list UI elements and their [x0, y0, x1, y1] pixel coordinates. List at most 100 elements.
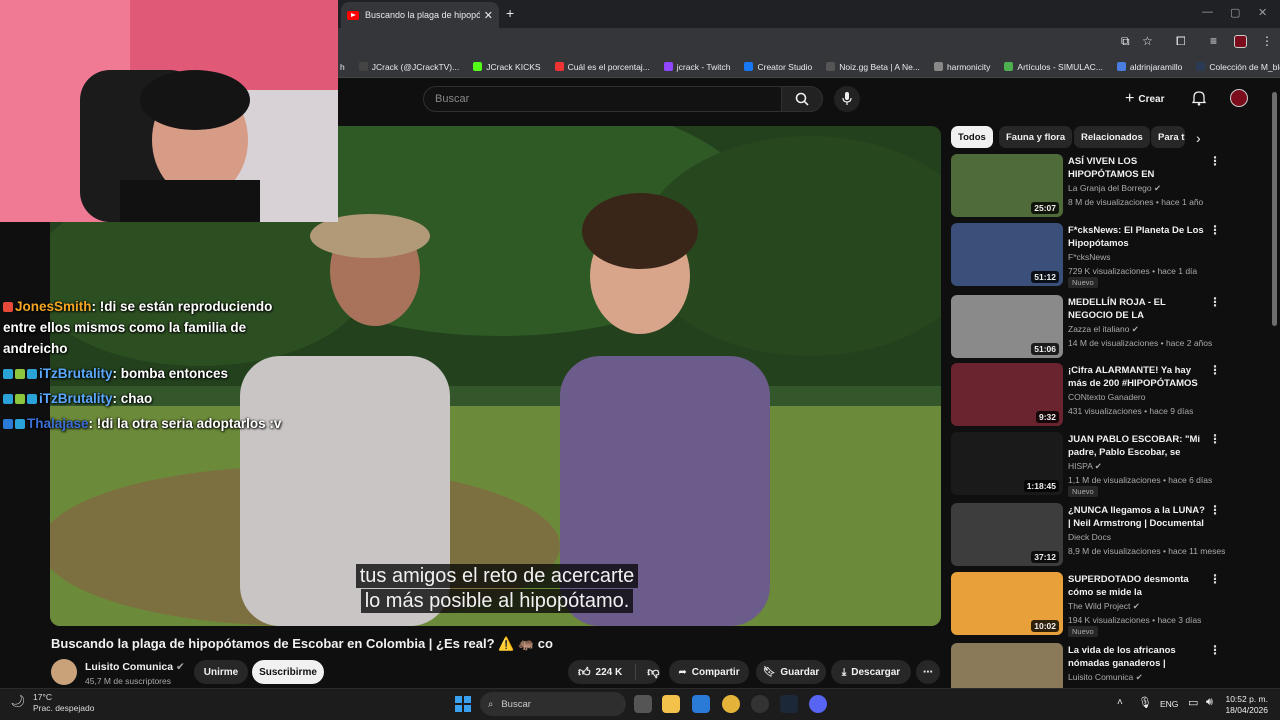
dislike-button[interactable]: 👎︎ [647, 665, 659, 680]
chip-todos[interactable]: Todos [951, 126, 993, 148]
browser-tab[interactable]: Buscando la plaga de hipopóta ✕ [341, 2, 499, 28]
recommended-title[interactable]: SUPERDOTADO desmonta cómo se mide la INT… [1068, 573, 1208, 599]
channel-avatar[interactable] [51, 659, 77, 685]
more-options-icon[interactable]: ⋮ [1209, 295, 1221, 309]
network-icon[interactable]: ▭ [1188, 696, 1198, 709]
bookmark-item[interactable]: Noiz.gg Beta | A Ne... [826, 62, 920, 72]
bookmark-item[interactable]: aldrinjaramillo [1116, 62, 1182, 72]
recommended-video[interactable]: 10:02 SUPERDOTADO desmonta cómo se mide l… [951, 572, 1221, 637]
like-button[interactable]: 👍︎ 224 K [578, 665, 622, 680]
tray-chevron-icon[interactable]: ˄ [1117, 697, 1123, 708]
save-button[interactable]: 🔖︎ Guardar [756, 660, 826, 684]
recommended-video[interactable]: 25:07 ASÍ VIVEN LOS HIPOPÓTAMOS EN COLOMB… [951, 154, 1221, 218]
recommended-channel[interactable]: Luisito Comunica ✔ [1068, 672, 1143, 683]
recommended-title[interactable]: ASÍ VIVEN LOS HIPOPÓTAMOS EN COLOMBIA [1068, 155, 1208, 181]
subscribe-button[interactable]: Suscribirme [252, 660, 324, 684]
chip-relacionados[interactable]: Relacionados [1074, 126, 1150, 148]
clock[interactable]: 10:52 p. m. 18/04/2026 [1224, 694, 1268, 716]
chrome-icon[interactable] [722, 695, 740, 713]
recommended-title[interactable]: ¿NUNCA llegamos a la LUNA? | Neil Armstr… [1068, 504, 1208, 530]
recommended-title[interactable]: JUAN PABLO ESCOBAR: "Mi padre, Pablo Esc… [1068, 433, 1208, 459]
recommended-video[interactable]: 51:12 F*cksNews: El Planeta De Los Hipopó… [951, 223, 1221, 288]
chip-para-ti[interactable]: Para t [1151, 126, 1185, 148]
recommended-video[interactable]: 1:18:45 JUAN PABLO ESCOBAR: "Mi padre, Pa… [951, 432, 1221, 497]
cast-icon[interactable]: ⧉ [1121, 34, 1130, 49]
discord-icon[interactable] [809, 695, 827, 713]
recommended-channel[interactable]: La Granja del Borrego ✔ [1068, 183, 1161, 194]
more-actions-button[interactable]: ⋯ [916, 660, 940, 684]
microphone-tray-icon[interactable]: 🎙︎ [1138, 696, 1152, 709]
file-explorer-icon[interactable] [662, 695, 680, 713]
extensions-icon[interactable]: ⧠ [1176, 34, 1186, 49]
bookmark-item[interactable]: Cuál es el porcentaj... [554, 62, 650, 72]
video-thumbnail[interactable]: 9:32 [951, 363, 1063, 426]
recommended-channel[interactable]: HISPA ✔ [1068, 461, 1102, 472]
video-thumbnail[interactable]: 1:18:45 [951, 432, 1063, 495]
video-thumbnail[interactable]: 37:12 [951, 503, 1063, 566]
bookmark-item[interactable]: Artículos - SIMULAC... [1004, 62, 1103, 72]
weather-widget[interactable]: 17°C Prac. despejado [33, 692, 94, 714]
volume-icon[interactable]: 🔊︎ [1206, 696, 1213, 709]
menu-icon[interactable]: ⋮ [1261, 34, 1273, 48]
maximize-icon[interactable]: ▢ [1230, 6, 1240, 19]
more-options-icon[interactable]: ⋮ [1209, 643, 1221, 657]
profile-avatar[interactable] [1234, 35, 1247, 48]
create-button[interactable]: + Crear [1125, 88, 1164, 110]
more-options-icon[interactable]: ⋮ [1209, 432, 1221, 446]
mail-icon[interactable] [692, 695, 710, 713]
task-view-icon[interactable] [634, 695, 652, 713]
recommended-title[interactable]: ¡Cifra ALARMANTE! Ya hay más de 200 #HIP… [1068, 364, 1208, 390]
search-input[interactable]: Buscar [423, 86, 782, 112]
bookmark-item[interactable]: JCrack (@JCrackTV)... [358, 62, 459, 72]
start-button[interactable] [455, 696, 471, 712]
recommended-channel[interactable]: The Wild Project ✔ [1068, 601, 1140, 612]
bookmark-item[interactable]: h [340, 62, 345, 72]
video-thumbnail[interactable]: 51:06 [951, 295, 1063, 358]
language-indicator[interactable]: ENG [1160, 699, 1178, 709]
recommended-title[interactable]: F*cksNews: El Planeta De Los Hipopótamos [1068, 224, 1208, 250]
account-avatar[interactable] [1230, 89, 1248, 107]
video-thumbnail[interactable]: 25:07 [951, 154, 1063, 217]
notifications-button[interactable] [1191, 90, 1207, 111]
recommended-channel[interactable]: Zazza el italiano ✔ [1068, 324, 1139, 335]
bookmark-star-icon[interactable]: ☆ [1142, 34, 1153, 48]
channel-name[interactable]: Luisito Comunica ✔ [85, 661, 185, 673]
search-button[interactable] [781, 86, 823, 112]
recommended-channel[interactable]: F*cksNews [1068, 252, 1111, 262]
taskbar-search[interactable]: ⌕ Buscar [480, 692, 626, 716]
bookmark-item[interactable]: Creator Studio [744, 62, 812, 72]
video-thumbnail[interactable]: 51:12 [951, 223, 1063, 286]
recommended-channel[interactable]: CONtexto Ganadero [1068, 392, 1145, 402]
recommended-video[interactable]: 51:06 MEDELLÍN ROJA - EL NEGOCIO DE LA PR… [951, 295, 1221, 359]
recommended-channel[interactable]: Dieck Docs [1068, 532, 1111, 542]
share-button[interactable]: ➦ Compartir [669, 660, 749, 684]
chip-fauna[interactable]: Fauna y flora [999, 126, 1073, 148]
chevron-right-icon[interactable]: › [1196, 130, 1201, 146]
recommended-video[interactable]: 9:32 ¡Cifra ALARMANTE! Ya hay más de 200 … [951, 363, 1221, 427]
more-options-icon[interactable]: ⋮ [1209, 503, 1221, 517]
recommended-title[interactable]: La vida de los africanos nómadas ganader… [1068, 644, 1208, 670]
bookmark-item[interactable]: harmonicity [933, 62, 990, 72]
obs-icon[interactable] [751, 695, 769, 713]
minimize-icon[interactable]: — [1202, 6, 1213, 18]
bookmark-label: Noiz.gg Beta | A Ne... [839, 61, 920, 72]
bookmark-item[interactable]: jcrack - Twitch [663, 62, 730, 72]
tab-close-icon[interactable]: ✕ [484, 9, 493, 22]
more-options-icon[interactable]: ⋮ [1209, 363, 1221, 377]
video-thumbnail[interactable]: 10:02 [951, 572, 1063, 635]
page-scrollbar[interactable] [1272, 92, 1277, 326]
more-options-icon[interactable]: ⋮ [1209, 223, 1221, 237]
new-tab-button[interactable]: + [506, 5, 514, 21]
bookmark-item[interactable]: Colección de M_blei... [1196, 62, 1280, 72]
join-button[interactable]: Unirme [194, 660, 248, 684]
steam-icon[interactable] [780, 695, 798, 713]
more-options-icon[interactable]: ⋮ [1209, 154, 1221, 168]
window-close-icon[interactable]: ✕ [1258, 6, 1267, 19]
voice-search-button[interactable] [834, 86, 860, 112]
recommended-title[interactable]: MEDELLÍN ROJA - EL NEGOCIO DE LA PROSTIT… [1068, 296, 1208, 322]
tab-search-icon[interactable]: ≡ [1210, 34, 1217, 48]
bookmark-item[interactable]: JCrack KICKS [473, 62, 541, 72]
more-options-icon[interactable]: ⋮ [1209, 572, 1221, 586]
recommended-video[interactable]: 37:12 ¿NUNCA llegamos a la LUNA? | Neil A… [951, 503, 1225, 567]
download-button[interactable]: ⤓ Descargar [831, 660, 911, 684]
